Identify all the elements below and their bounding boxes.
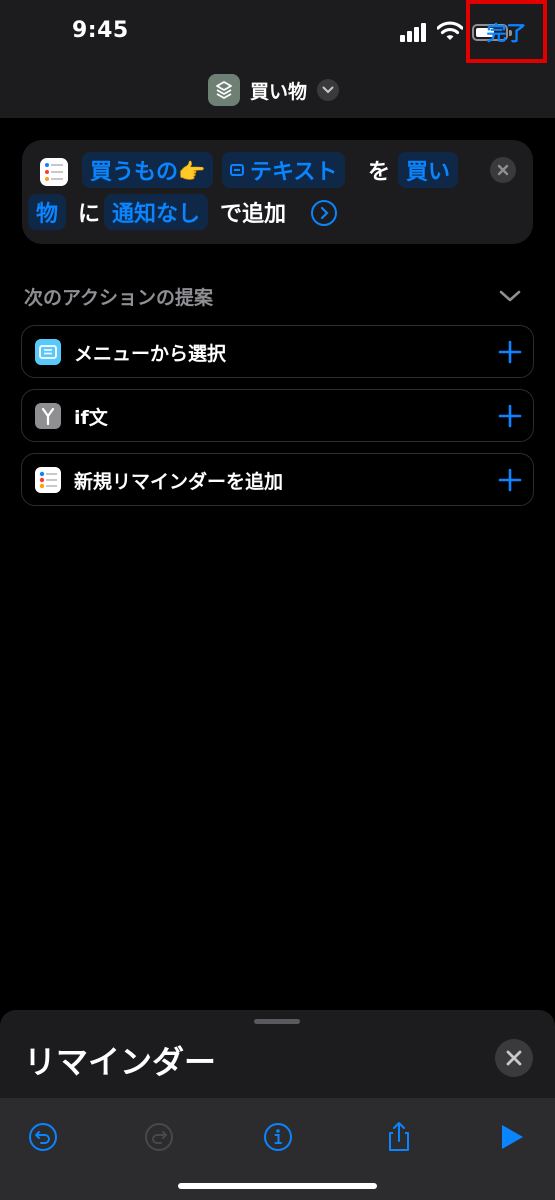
suggestion-label: 新規リマインダーを追加: [74, 471, 284, 493]
close-icon: [506, 1050, 522, 1066]
list-name-chip-line1[interactable]: 買い: [398, 152, 459, 188]
add-icon[interactable]: [497, 403, 523, 429]
share-icon[interactable]: [382, 1120, 416, 1154]
menu-icon: [35, 339, 61, 365]
home-indicator[interactable]: [178, 1183, 377, 1189]
text-variable-icon: [230, 164, 244, 176]
wifi-icon: [437, 21, 463, 40]
redo-icon[interactable]: [142, 1120, 176, 1154]
add-reminder-action-card: 買うもの👉 テキスト を 買い 物 に 通知なし で追加: [22, 140, 533, 244]
sheet-title: リマインダー: [24, 1043, 217, 1081]
close-icon: [497, 164, 509, 176]
reminders-app-icon: [40, 158, 68, 186]
action-search-sheet: リマインダー: [0, 1010, 555, 1200]
suggestion-item-choose-from-menu[interactable]: メニューから選択: [21, 325, 534, 378]
shortcut-editor-screen: 9:45 買い物 完了 買うもの👉 テキスト を 買い 物 に 通知なし で追加…: [0, 0, 555, 1200]
page-title: 買い物: [250, 80, 308, 103]
reminders-icon: [35, 467, 61, 493]
play-icon[interactable]: [495, 1120, 529, 1154]
list-name-chip-line2[interactable]: 物: [28, 194, 67, 230]
cellular-signal-icon: [400, 22, 428, 42]
suggestion-label: メニューから選択: [74, 343, 227, 365]
undo-icon[interactable]: [26, 1120, 60, 1154]
status-time: 9:45: [72, 18, 129, 43]
shortcut-title-menu[interactable]: 買い物: [208, 74, 340, 106]
chevron-right-icon: [320, 206, 329, 220]
suggestions-header: 次のアクションの提案: [24, 287, 214, 309]
suggestion-item-if[interactable]: if文: [21, 389, 534, 442]
add-icon[interactable]: [497, 339, 523, 365]
remove-action-button[interactable]: [490, 157, 516, 183]
text-variable-label: テキスト: [250, 160, 338, 185]
chevron-down-icon[interactable]: [317, 79, 340, 101]
text-variable-chip[interactable]: テキスト: [222, 152, 346, 188]
info-icon[interactable]: [261, 1120, 295, 1154]
if-branch-icon: [35, 403, 61, 429]
shortcut-layers-icon: [208, 74, 240, 106]
chevron-down-icon: [499, 290, 521, 302]
word-wo: を: [368, 160, 391, 185]
collapse-suggestions-button[interactable]: [497, 283, 523, 309]
suggestion-label: if文: [74, 407, 108, 429]
nav-bar: 買い物: [0, 60, 555, 118]
done-button[interactable]: 完了: [466, 0, 547, 63]
sheet-grabber[interactable]: [254, 1019, 300, 1024]
suggestion-item-add-new-reminder[interactable]: 新規リマインダーを追加: [21, 453, 534, 506]
word-ni: に: [78, 202, 101, 227]
alert-chip[interactable]: 通知なし: [104, 194, 209, 230]
word-add: で追加: [220, 202, 287, 227]
sheet-close-button[interactable]: [495, 1039, 533, 1077]
list-variable-chip[interactable]: 買うもの👉: [82, 152, 214, 188]
add-icon[interactable]: [497, 467, 523, 493]
show-more-button[interactable]: [311, 200, 337, 226]
